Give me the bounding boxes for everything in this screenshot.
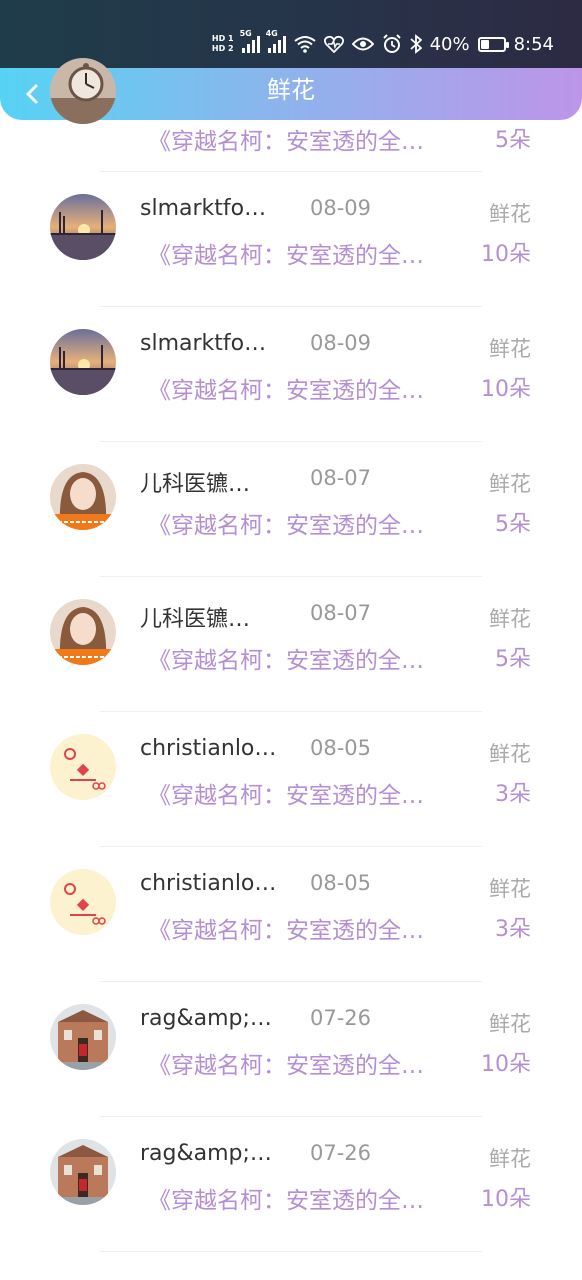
book-title-link[interactable]: 《穿越名柯：安室透的全… (148, 911, 466, 943)
flower-count: 3朵 (495, 782, 531, 807)
list-item[interactable]: rag&amp;… 07-26 鲜花 《穿越名柯：安室透的全… 10朵 (0, 982, 582, 1117)
avatar-sunset[interactable] (50, 329, 116, 395)
avatar-girl[interactable] (50, 464, 116, 530)
bluetooth-icon (409, 34, 422, 54)
book-title-link[interactable]: 《穿越名柯：安室透的全… (148, 236, 466, 268)
gift-type: 鲜花 (489, 1147, 531, 1171)
avatar-building[interactable] (50, 1004, 116, 1070)
sender-name (140, 92, 290, 122)
flower-gift-list[interactable]: 《穿越名柯：安室透的全… 5朵 slmarktfo… 08-09 鲜花 《穿越名… (0, 58, 582, 1252)
signal-5g-icon: 5G (240, 29, 260, 53)
sender-name: slmarktfo… (140, 331, 267, 356)
list-item[interactable]: 《穿越名柯：安室透的全… 5朵 (0, 58, 582, 172)
book-title-link[interactable]: 《穿越名柯：安室透的全… (148, 641, 466, 673)
gift-date: 08-07 (310, 601, 372, 625)
eye-icon (351, 37, 374, 51)
book-title-link[interactable]: 《穿越名柯：安室透的全… (148, 506, 466, 538)
sender-name: rag&amp;… (140, 1141, 272, 1166)
gift-type: 鲜花 (489, 607, 531, 631)
list-item[interactable]: ◆ christianlo… 08-05 鲜花 《穿越名柯：安室透的全… 3朵 (0, 847, 582, 982)
book-title-link[interactable]: 《穿越名柯：安室透的全… (148, 371, 466, 403)
book-title-link[interactable]: 《穿越名柯：安室透的全… (148, 1181, 466, 1213)
gift-date: 07-26 (310, 1141, 372, 1165)
gift-date: 08-07 (310, 466, 372, 490)
avatar-cartoon[interactable]: ◆ (50, 734, 116, 800)
gift-date: 08-05 (310, 871, 372, 895)
clock-time: 8:54 (513, 33, 554, 55)
wifi-icon (293, 36, 316, 53)
hd1-label: HD 1 (211, 34, 234, 43)
hd2-label: HD 2 (211, 44, 234, 53)
avatar-clock[interactable] (50, 58, 116, 124)
flower-count: 5朵 (495, 647, 531, 672)
battery-percent: 40% (429, 33, 470, 55)
avatar-girl[interactable] (50, 599, 116, 665)
gift-date: 07-26 (310, 1006, 372, 1030)
list-item[interactable]: 儿科医镳… 08-07 鲜花 《穿越名柯：安室透的全… 5朵 (0, 442, 582, 577)
sender-name: 儿科医镳… (140, 607, 251, 631)
flower-count: 3朵 (495, 917, 531, 942)
avatar-sunset[interactable] (50, 194, 116, 260)
book-title-link[interactable]: 《穿越名柯：安室透的全… (148, 122, 466, 154)
status-icons: HD 1 HD 2 5G 4G 40% 8:54 (212, 28, 554, 60)
gift-type: 鲜花 (489, 337, 531, 361)
avatar-building[interactable] (50, 1139, 116, 1205)
hd-indicator: HD 1 HD 2 (212, 34, 234, 54)
sender-name: 儿科医镳… (140, 472, 251, 496)
flower-count: 10朵 (481, 1187, 531, 1212)
gift-type: 鲜花 (489, 742, 531, 766)
list-item[interactable]: slmarktfo… 08-09 鲜花 《穿越名柯：安室透的全… 10朵 (0, 307, 582, 442)
gift-date: 08-09 (310, 196, 372, 220)
alarm-icon (382, 34, 401, 53)
svg-text:◆: ◆ (77, 894, 90, 913)
list-item[interactable]: rag&amp;… 07-26 鲜花 《穿越名柯：安室透的全… 10朵 (0, 1117, 582, 1252)
avatar-cartoon[interactable]: ◆ (50, 869, 116, 935)
gift-type: 鲜花 (489, 1012, 531, 1036)
flower-count: 5朵 (495, 128, 531, 153)
gift-type: 鲜花 (489, 877, 531, 901)
flower-count: 10朵 (481, 242, 531, 267)
list-item[interactable]: 儿科医镳… 08-07 鲜花 《穿越名柯：安室透的全… 5朵 (0, 577, 582, 712)
signal-4g-icon: 4G (266, 29, 286, 53)
book-title-link[interactable]: 《穿越名柯：安室透的全… (148, 776, 466, 808)
gift-type: 鲜花 (489, 472, 531, 496)
flower-count: 10朵 (481, 1052, 531, 1077)
list-item[interactable]: slmarktfo… 08-09 鲜花 《穿越名柯：安室透的全… 10朵 (0, 172, 582, 307)
signal-4g-label: 4G (265, 29, 278, 38)
battery-icon (477, 36, 509, 52)
heart-rate-icon (323, 35, 344, 53)
sender-name: christianlo… (140, 736, 277, 761)
sender-name: christianlo… (140, 871, 277, 896)
sender-name: rag&amp;… (140, 1006, 272, 1031)
gift-date: 08-09 (310, 331, 372, 355)
gift-type: 鲜花 (489, 202, 531, 226)
signal-5g-label: 5G (239, 29, 252, 38)
divider (100, 1251, 482, 1252)
list-item[interactable]: ◆ christianlo… 08-05 鲜花 《穿越名柯：安室透的全… 3朵 (0, 712, 582, 847)
sender-name: slmarktfo… (140, 196, 267, 221)
svg-text:◆: ◆ (77, 759, 90, 778)
flower-count: 10朵 (481, 377, 531, 402)
book-title-link[interactable]: 《穿越名柯：安室透的全… (148, 1046, 466, 1078)
gift-date: 08-05 (310, 736, 372, 760)
flower-count: 5朵 (495, 512, 531, 537)
